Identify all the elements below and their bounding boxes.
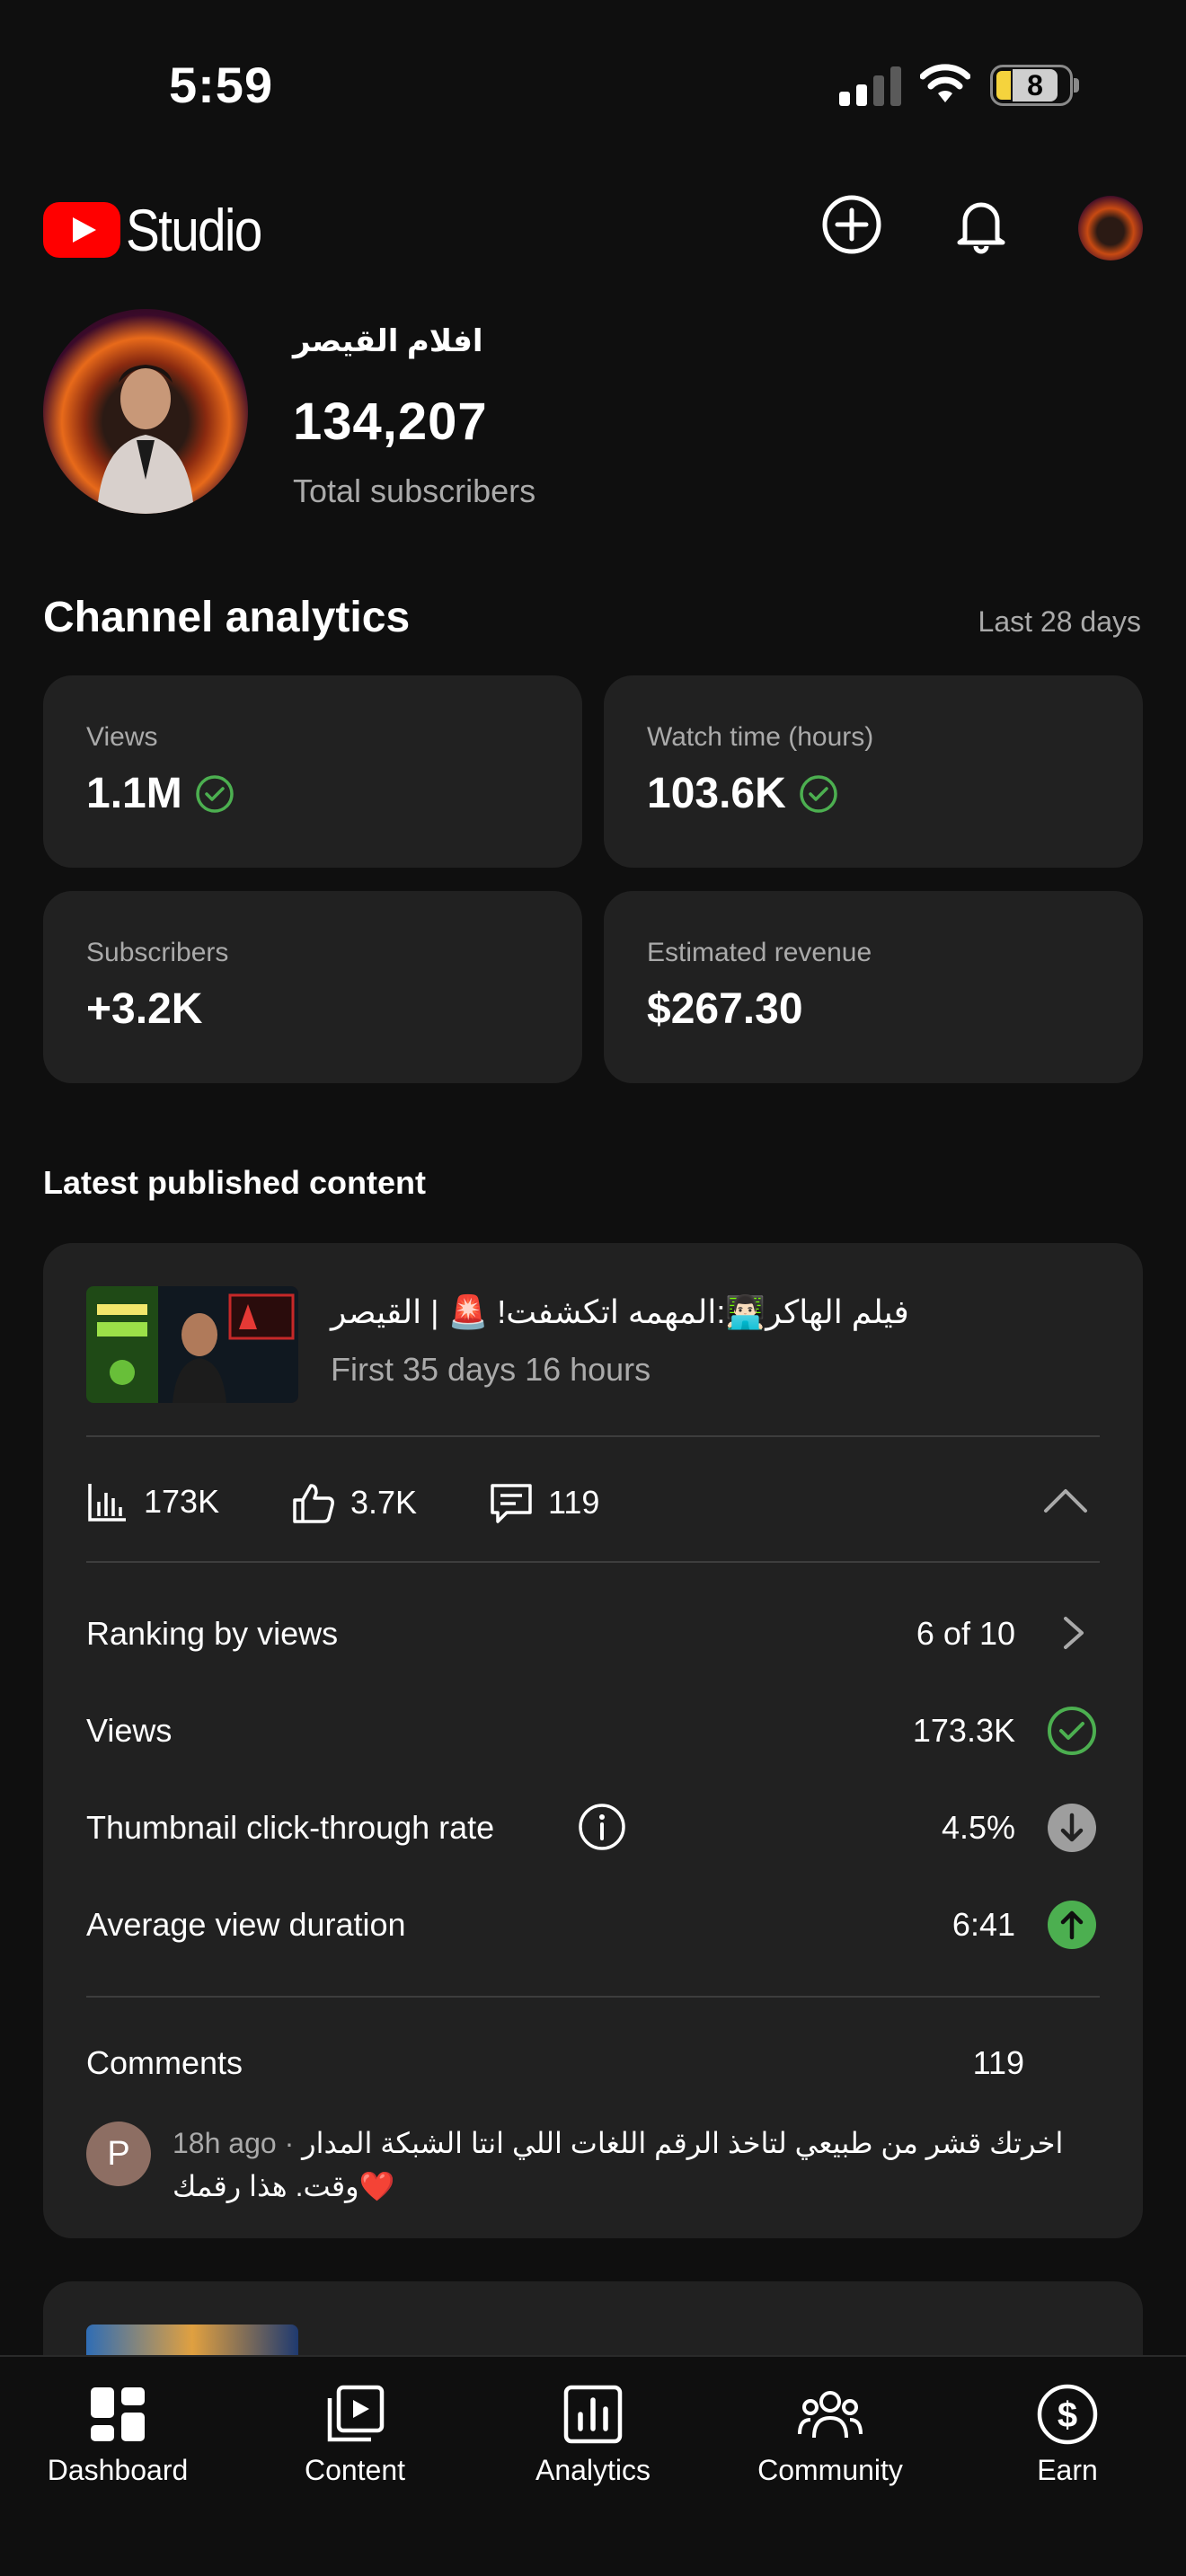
stat-label: Watch time (hours) xyxy=(647,722,874,752)
ranking-label: Ranking by views xyxy=(86,1615,339,1652)
divider xyxy=(86,1561,1100,1563)
comments-total: 119 xyxy=(972,2044,1024,2081)
watch-time-stat-card[interactable]: Watch time (hours) 103.6K xyxy=(604,675,1143,868)
stat-label: Subscribers xyxy=(86,938,229,967)
ctr-value: 4.5% xyxy=(941,1809,1015,1846)
comment-icon xyxy=(491,1484,532,1523)
commenter-avatar: P xyxy=(86,2122,151,2186)
likes-count: 3.7K xyxy=(350,1484,418,1521)
revenue-stat-card[interactable]: Estimated revenue $267.30 xyxy=(604,891,1143,1083)
account-avatar[interactable] xyxy=(1078,196,1143,260)
stat-value: 103.6K xyxy=(647,770,786,817)
views-label: Views xyxy=(86,1712,173,1749)
nav-community[interactable]: Community xyxy=(722,2369,938,2487)
create-plus-icon[interactable] xyxy=(819,192,884,257)
video-likes-metric: 3.7K xyxy=(291,1480,417,1525)
check-circle-icon xyxy=(1048,1707,1096,1755)
nav-label: Analytics xyxy=(535,2454,651,2486)
channel-name: افلام القيصر xyxy=(293,324,483,358)
comment-time: 18h ago xyxy=(173,2127,277,2159)
subscribers-stat-card[interactable]: Subscribers +3.2K xyxy=(43,891,582,1083)
nav-label: Content xyxy=(304,2454,406,2486)
notifications-bell-icon[interactable] xyxy=(949,192,1013,257)
views-short: 173K xyxy=(144,1483,220,1520)
nav-label: Earn xyxy=(1037,2454,1098,2486)
analytics-period: Last 28 days xyxy=(978,605,1141,638)
divider xyxy=(86,1996,1100,1998)
thumbs-up-icon xyxy=(293,1484,334,1523)
stat-value: $267.30 xyxy=(647,985,803,1033)
video-comments-metric: 119 xyxy=(489,1480,599,1525)
latest-content-title: Latest published content xyxy=(43,1164,427,1201)
video-views-metric: 173K xyxy=(86,1480,219,1523)
bar-chart-icon xyxy=(88,1484,126,1522)
views-value: 173.3K xyxy=(912,1712,1015,1749)
channel-avatar xyxy=(43,309,248,514)
video-thumbnail[interactable] xyxy=(86,1286,298,1403)
nav-dashboard[interactable]: Dashboard xyxy=(10,2369,226,2487)
comments-short: 119 xyxy=(548,1484,600,1521)
nav-analytics[interactable]: Analytics xyxy=(485,2369,701,2487)
stat-value: 1.1M xyxy=(86,770,182,817)
check-circle-icon xyxy=(800,774,837,813)
video-period: First 35 days 16 hours xyxy=(331,1351,651,1388)
arrow-up-icon xyxy=(1048,1901,1096,1949)
nav-label: Community xyxy=(757,2454,903,2486)
youtube-play-icon xyxy=(43,202,120,258)
bottom-navigation: Dashboard Content Analytics Community $ xyxy=(0,2355,1186,2576)
status-time: 5:59 xyxy=(169,57,274,113)
cellular-signal-icon xyxy=(839,66,901,106)
next-video-thumbnail xyxy=(86,2325,298,2357)
dashboard-icon xyxy=(91,2387,145,2441)
subscriber-count: 134,207 xyxy=(293,393,488,451)
channel-analytics-title: Channel analytics xyxy=(43,594,411,641)
nav-earn[interactable]: $ Earn xyxy=(960,2369,1175,2487)
subscriber-count-label: Total subscribers xyxy=(293,472,536,509)
latest-comment[interactable]: 18h ago · اخرتك قشر من طبيعي لتاخذ الرقم… xyxy=(173,2122,1089,2208)
ctr-label: Thumbnail click-through rate xyxy=(86,1809,495,1846)
nav-label: Dashboard xyxy=(47,2454,189,2486)
info-icon[interactable] xyxy=(577,1802,627,1852)
wifi-icon xyxy=(920,64,970,102)
svg-text:$: $ xyxy=(1058,2395,1077,2435)
video-title[interactable]: فيلم الهاكر👨🏻‍💻:المهمه اتكشفت! 🚨 | القيص… xyxy=(331,1293,1103,1331)
stat-value: +3.2K xyxy=(86,985,203,1033)
youtube-studio-logo: Studio xyxy=(43,196,283,264)
check-circle-icon xyxy=(195,774,234,813)
brand-name: Studio xyxy=(126,197,262,263)
comment-body: اخرتك قشر من طبيعي لتاخذ الرقم اللغات ال… xyxy=(173,2127,1064,2202)
chevron-right-icon[interactable] xyxy=(1057,1615,1089,1651)
ranking-value: 6 of 10 xyxy=(916,1615,1015,1652)
arrow-down-icon xyxy=(1048,1804,1096,1852)
nav-content[interactable]: Content xyxy=(247,2369,463,2487)
stat-label: Views xyxy=(86,722,158,752)
comments-label[interactable]: Comments xyxy=(86,2044,243,2082)
stat-label: Estimated revenue xyxy=(647,938,872,967)
content-icon xyxy=(327,2385,385,2442)
earn-icon: $ xyxy=(1037,2384,1098,2445)
battery-level: 8 xyxy=(1013,69,1058,101)
views-stat-card[interactable]: Views 1.1M xyxy=(43,675,582,868)
avd-label: Average view duration xyxy=(86,1906,406,1943)
community-icon xyxy=(798,2391,863,2439)
chevron-up-icon[interactable] xyxy=(1042,1482,1089,1518)
avd-value: 6:41 xyxy=(951,1906,1015,1943)
divider xyxy=(86,1435,1100,1437)
analytics-icon xyxy=(563,2385,623,2444)
battery-indicator: 8 xyxy=(990,65,1079,106)
